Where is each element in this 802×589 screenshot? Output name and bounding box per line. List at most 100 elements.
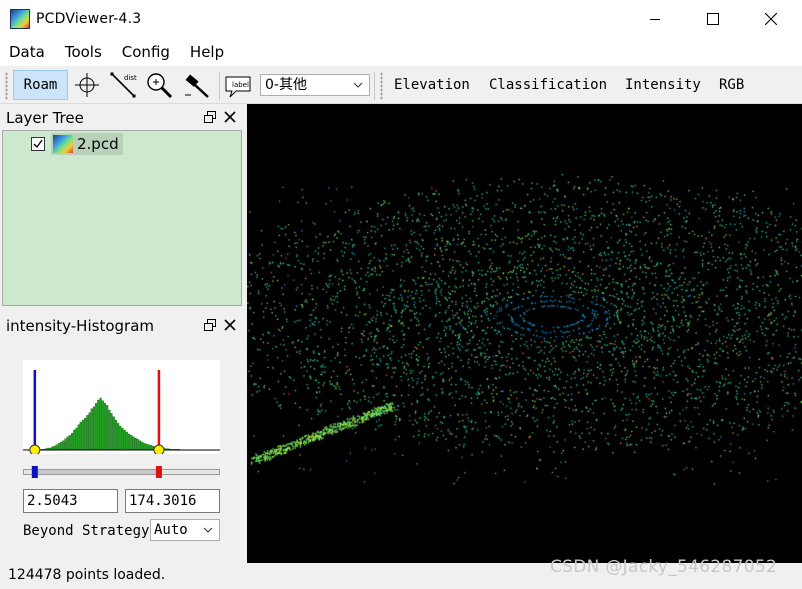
hammer-button[interactable] <box>180 70 214 100</box>
layer-tree-titlebar[interactable]: Layer Tree <box>0 106 246 130</box>
beyond-strategy-value: Auto <box>154 522 188 538</box>
high-threshold-handle[interactable] <box>153 444 165 456</box>
histogram-bar <box>110 413 113 451</box>
histogram-bar <box>138 440 142 451</box>
status-text: 124478 points loaded. <box>8 567 166 583</box>
close-button[interactable] <box>748 0 794 38</box>
toolbar: Roam dist label 0-其他 Elevation Classific… <box>0 66 802 104</box>
slider-high-handle[interactable] <box>155 466 162 478</box>
histogram-titlebar[interactable]: intensity-Histogram <box>0 314 246 338</box>
svg-text:label: label <box>232 81 249 89</box>
chevron-down-icon <box>203 527 213 533</box>
svg-text:dist: dist <box>124 74 137 82</box>
histogram-bar <box>73 429 76 451</box>
histogram-bar <box>119 425 122 451</box>
maximize-button[interactable] <box>690 0 736 38</box>
intensity-mode-button[interactable]: Intensity <box>625 70 701 100</box>
histogram-bar <box>64 438 67 451</box>
histogram-bar <box>75 427 78 451</box>
chevron-down-icon <box>353 82 363 88</box>
histogram-bar <box>86 415 89 451</box>
histogram-bar <box>143 443 146 451</box>
toolbar-separator <box>374 72 375 100</box>
menu-tools[interactable]: Tools <box>55 38 112 66</box>
histogram-bar <box>90 408 93 451</box>
close-icon <box>765 13 777 25</box>
intensity-histogram[interactable] <box>23 360 220 456</box>
histogram-bar <box>81 419 85 451</box>
toolbar-separator <box>219 72 220 100</box>
point-cloud-viewport[interactable] <box>247 104 802 563</box>
histogram-title: intensity-Histogram <box>6 317 154 335</box>
histogram-bar <box>136 439 139 451</box>
beyond-strategy-select[interactable]: Auto <box>150 519 220 541</box>
histogram-bar <box>125 431 128 451</box>
roam-button[interactable]: Roam <box>13 70 68 100</box>
layer-label[interactable]: 2.pcd <box>51 133 123 155</box>
menu-help[interactable]: Help <box>180 38 234 66</box>
slider-low-handle[interactable] <box>31 466 38 478</box>
close-icon[interactable] <box>224 318 236 332</box>
range-slider-graphic <box>23 466 220 478</box>
maximize-icon <box>707 13 719 25</box>
rgb-mode-button[interactable]: RGB <box>719 70 744 100</box>
layer-item[interactable]: 2.pcd <box>31 133 123 155</box>
histogram-bar <box>71 433 74 451</box>
float-icon[interactable] <box>204 319 216 331</box>
histogram-bar <box>79 421 82 451</box>
pcdviewer-window: PCDViewer-4.3 Data Tools Config Help Roa… <box>0 0 802 589</box>
menu-config[interactable]: Config <box>112 38 180 66</box>
layer-tree-panel: 2.pcd <box>2 130 242 306</box>
zoom-button[interactable] <box>142 70 176 100</box>
histogram-bar <box>130 435 133 451</box>
elevation-mode-button[interactable]: Elevation <box>394 70 470 100</box>
histogram-bar <box>99 397 102 451</box>
histogram-bar <box>97 399 100 451</box>
intensity-range-slider[interactable] <box>23 466 220 478</box>
layer-visibility-checkbox[interactable] <box>31 137 45 151</box>
toolbar-grip[interactable] <box>5 72 8 100</box>
low-threshold-handle[interactable] <box>29 444 41 456</box>
histogram-bar <box>77 424 80 451</box>
minimize-icon <box>650 19 660 20</box>
classification-mode-button[interactable]: Classification <box>489 70 607 100</box>
float-icon[interactable] <box>204 111 216 123</box>
histogram-bar <box>141 441 144 451</box>
histogram-bar <box>101 400 104 451</box>
toolbar-grip[interactable] <box>380 72 383 100</box>
window-title: PCDViewer-4.3 <box>36 11 142 27</box>
histogram-bar <box>108 409 111 451</box>
histogram-bar <box>66 436 69 451</box>
histogram-bar <box>145 443 148 451</box>
histogram-bar <box>121 427 124 451</box>
min-intensity-input[interactable]: 2.5043 <box>23 489 118 513</box>
histogram-bar <box>106 405 109 451</box>
histogram-bar <box>68 435 72 451</box>
max-intensity-input[interactable]: 174.3016 <box>125 489 220 513</box>
histogram-plot <box>23 370 220 456</box>
watermark: CSDN @Jacky_546287052 <box>550 557 778 577</box>
measure-distance-button[interactable]: dist <box>106 70 140 100</box>
histogram-bar <box>147 444 150 451</box>
histogram-bar <box>103 403 107 451</box>
histogram-bar <box>95 403 98 451</box>
histogram-bar <box>57 443 61 451</box>
label-button[interactable]: label <box>222 70 256 100</box>
menu-bar: Data Tools Config Help <box>0 38 802 66</box>
histogram-bar <box>114 419 117 451</box>
close-icon[interactable] <box>224 110 236 124</box>
slider-selected-range <box>34 470 159 474</box>
histogram-bar <box>53 445 56 451</box>
point-cloud-icon <box>53 135 73 153</box>
pick-point-button[interactable] <box>70 70 104 100</box>
minimize-button[interactable] <box>632 0 678 38</box>
histogram-bar <box>149 445 152 451</box>
layer-tree-title: Layer Tree <box>6 109 84 127</box>
menu-data[interactable]: Data <box>0 38 55 66</box>
classification-select[interactable]: 0-其他 <box>260 74 370 96</box>
layer-name: 2.pcd <box>77 135 119 153</box>
point-cloud-render <box>247 104 802 563</box>
histogram-bar <box>116 423 120 451</box>
histogram-bar <box>92 406 96 451</box>
histogram-bar <box>84 417 87 451</box>
